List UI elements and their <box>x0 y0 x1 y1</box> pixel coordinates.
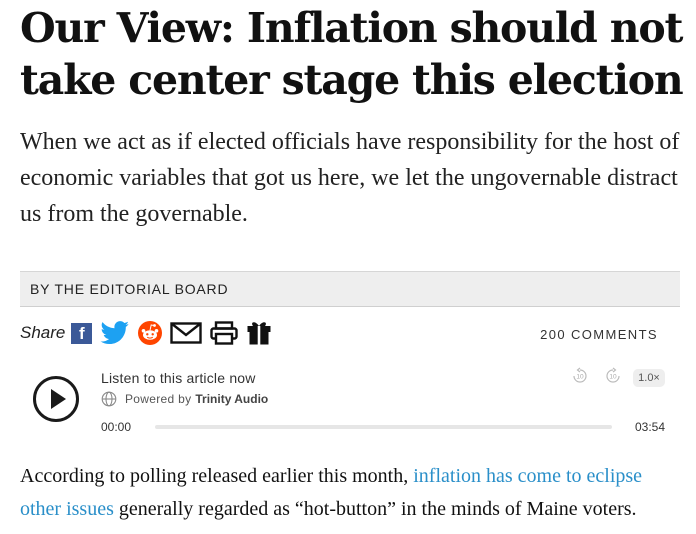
share-bar: Share f <box>20 318 280 348</box>
comments-link[interactable]: 200 COMMENTS <box>540 327 658 342</box>
reddit-icon[interactable] <box>138 321 163 345</box>
article-headline: Our View: Inflation should not take cent… <box>20 4 684 104</box>
player-title: Listen to this article now <box>101 370 256 386</box>
skip-back-icon[interactable]: 10 <box>571 367 589 385</box>
globe-icon <box>101 391 117 407</box>
playback-speed-button[interactable]: 1.0× <box>633 369 665 387</box>
progress-bar[interactable] <box>155 425 612 429</box>
audio-player: Listen to this article now Powered by Tr… <box>20 362 680 442</box>
twitter-icon[interactable] <box>100 321 130 345</box>
gift-icon[interactable] <box>246 320 272 346</box>
skip-back-seconds: 10 <box>576 374 584 381</box>
facebook-letter: f <box>71 322 93 344</box>
body-text-start: According to polling released earlier th… <box>20 465 414 487</box>
duration: 03:54 <box>634 420 665 434</box>
skip-forward-icon[interactable]: 10 <box>604 367 622 385</box>
play-button[interactable] <box>33 376 79 422</box>
facebook-icon[interactable]: f <box>71 322 93 344</box>
byline: BY THE EDITORIAL BOARD <box>30 281 229 297</box>
current-time: 00:00 <box>101 420 132 434</box>
article-body-paragraph: According to polling released earlier th… <box>20 460 680 526</box>
byline-bar: BY THE EDITORIAL BOARD <box>20 271 680 307</box>
powered-by-label: Powered by <box>125 392 192 406</box>
skip-forward-seconds: 10 <box>609 374 617 381</box>
article-dek: When we act as if elected officials have… <box>20 129 680 227</box>
body-text-end: generally regarded as “hot-button” in th… <box>113 498 637 520</box>
print-icon[interactable] <box>210 321 239 345</box>
share-label: Share <box>20 323 66 342</box>
email-icon[interactable] <box>170 322 203 344</box>
powered-by-brand[interactable]: Trinity Audio <box>195 392 268 406</box>
powered-by: Powered by Trinity Audio <box>101 391 268 407</box>
